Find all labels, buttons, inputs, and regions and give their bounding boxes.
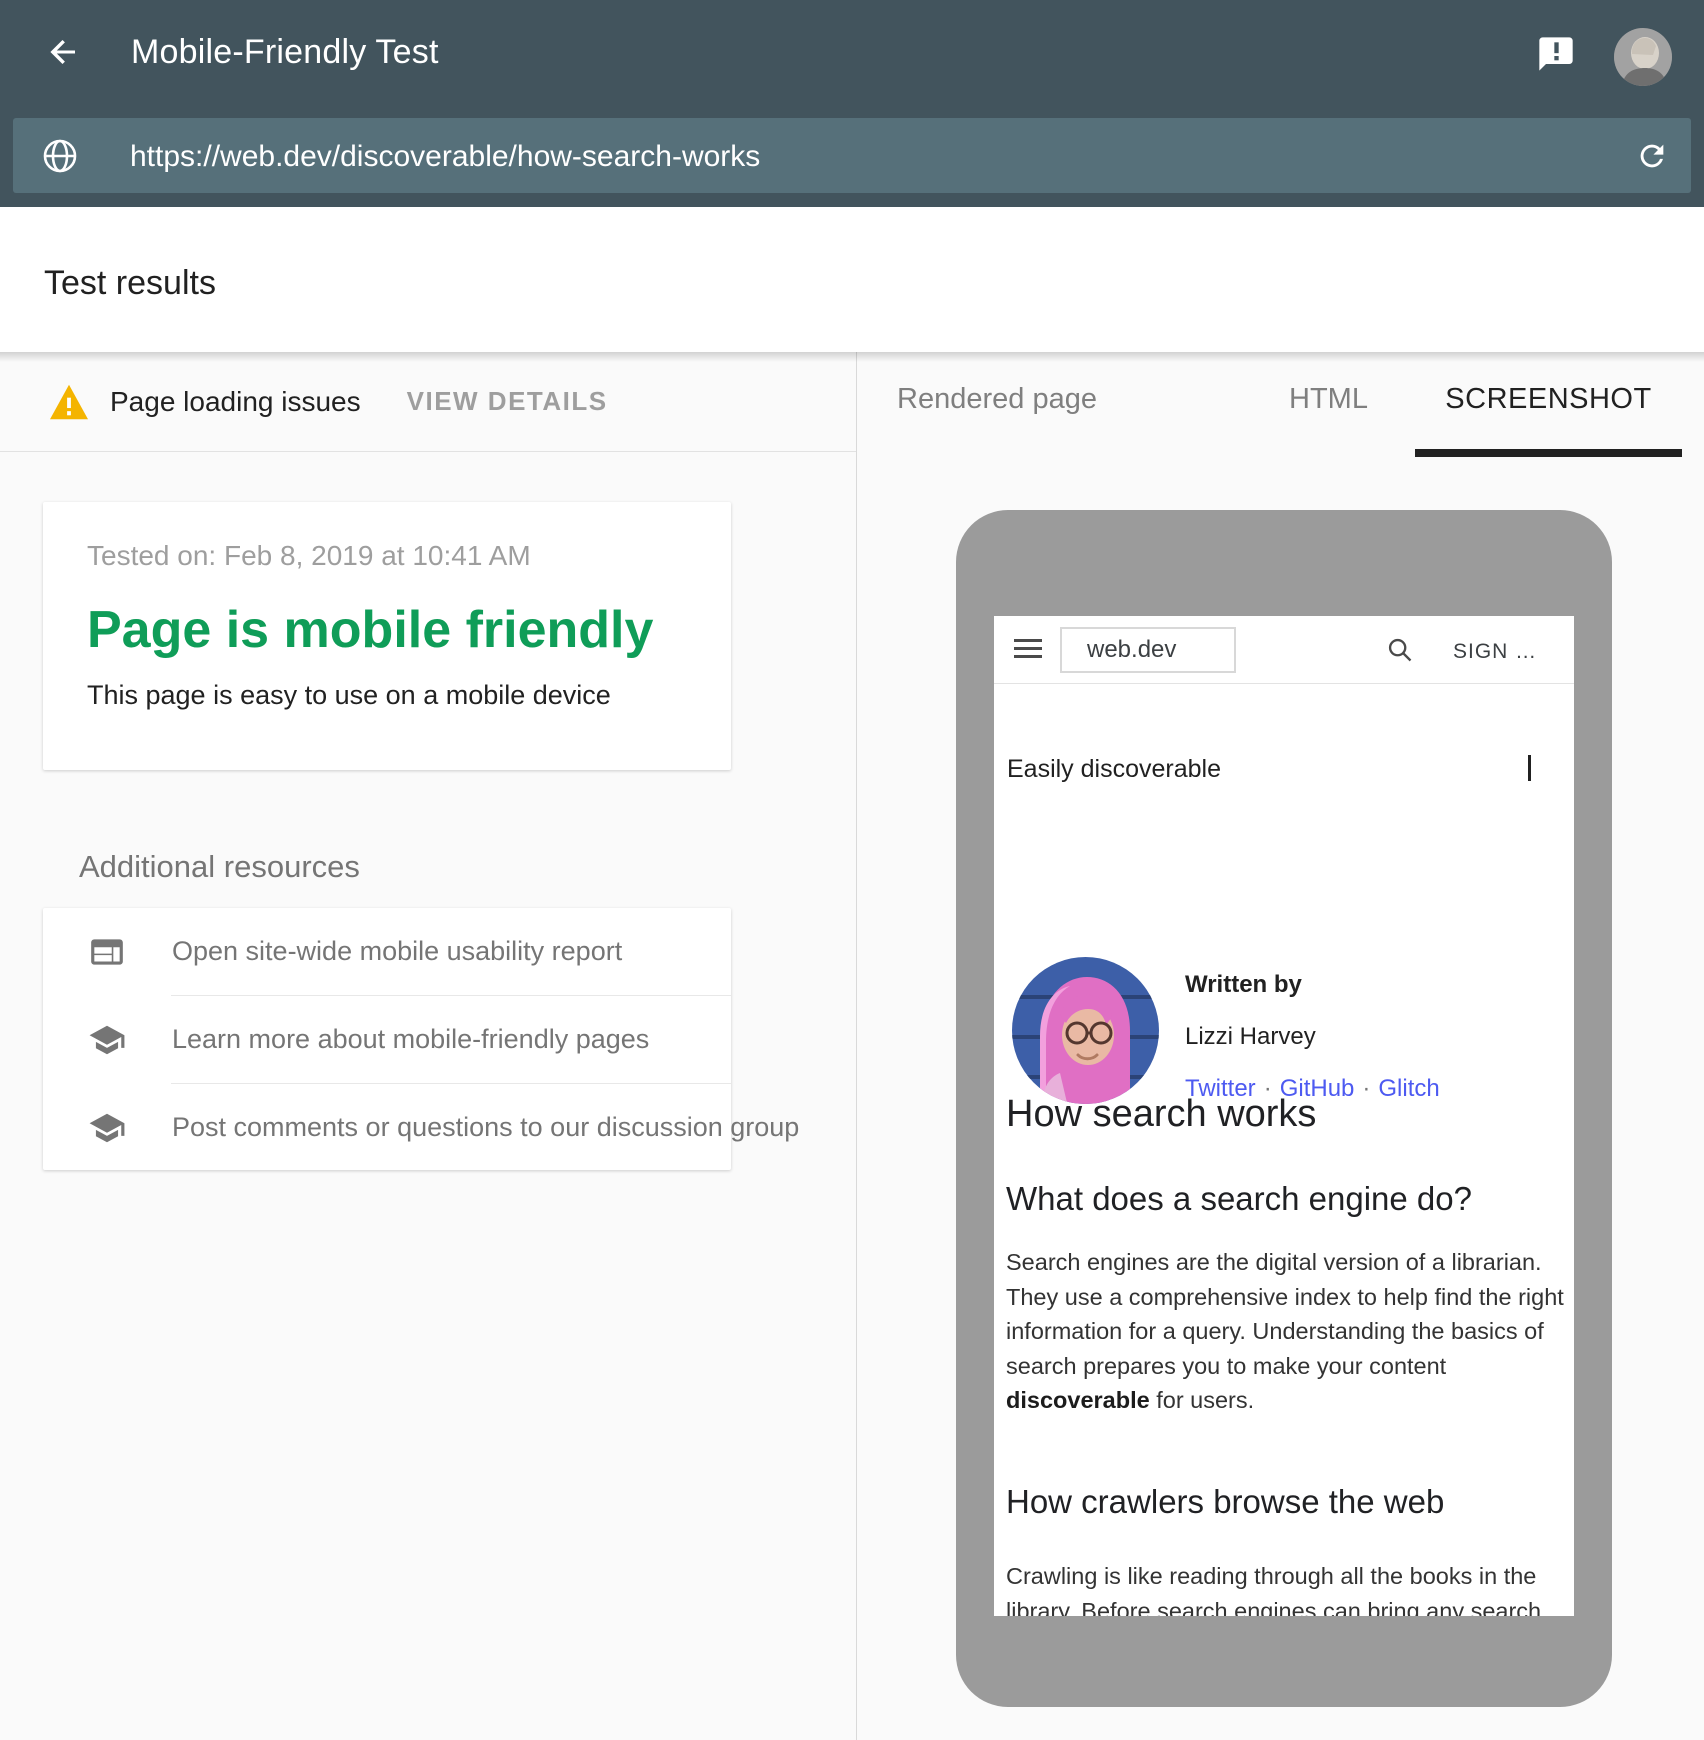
screenshot-page-title: Easily discoverable — [1007, 755, 1221, 784]
url-bar[interactable]: https://web.dev/discoverable/how-search-… — [13, 118, 1691, 193]
resource-discussion-group[interactable]: Post comments or questions to our discus… — [43, 1084, 731, 1171]
panel-divider — [856, 352, 857, 1740]
url-row: https://web.dev/discoverable/how-search-… — [0, 104, 1704, 207]
refresh-icon[interactable] — [1635, 139, 1669, 173]
tab-screenshot[interactable]: SCREENSHOT — [1415, 383, 1682, 416]
sign-in-text: SIGN … — [1453, 640, 1537, 664]
site-logo-box: web.dev — [1060, 627, 1236, 673]
written-by-label: Written by — [1185, 971, 1302, 999]
url-text: https://web.dev/discoverable/how-search-… — [130, 140, 760, 174]
tab-rendered-page[interactable]: Rendered page — [856, 383, 1138, 416]
site-logo-text: web.dev — [1062, 629, 1234, 671]
search-icon — [1386, 636, 1414, 664]
app-title: Mobile-Friendly Test — [131, 33, 439, 72]
back-arrow-icon[interactable] — [44, 33, 82, 71]
view-details-button[interactable]: VIEW DETAILS — [407, 386, 608, 417]
discussion-icon — [88, 1109, 126, 1147]
verdict-text: Page is mobile friendly — [87, 600, 691, 660]
article-paragraph-2: Crawling is like reading through all the… — [1006, 1559, 1541, 1616]
user-avatar[interactable] — [1614, 28, 1672, 86]
results-header — [0, 207, 1704, 352]
author-name: Lizzi Harvey — [1185, 1023, 1316, 1051]
resources-heading: Additional resources — [79, 849, 360, 885]
screenshot-browser-header: web.dev SIGN … — [994, 616, 1574, 684]
resource-learn-more[interactable]: Learn more about mobile-friendly pages — [43, 996, 731, 1083]
author-avatar — [1012, 957, 1159, 1104]
page-title: Test results — [44, 264, 216, 303]
phone-screenshot: web.dev SIGN … Easily discoverable — [994, 616, 1574, 1616]
resources-card: Open site-wide mobile usability report L… — [43, 908, 731, 1170]
globe-icon — [41, 137, 79, 175]
result-card: Tested on: Feb 8, 2019 at 10:41 AM Page … — [43, 502, 731, 770]
warning-label: Page loading issues — [110, 386, 361, 418]
resource-usability-report[interactable]: Open site-wide mobile usability report — [43, 908, 731, 995]
cursor-bar — [1528, 755, 1531, 781]
hamburger-menu-icon — [1014, 639, 1042, 661]
learn-icon — [88, 1021, 126, 1059]
tabs-row: Rendered page HTML SCREENSHOT — [856, 352, 1704, 457]
app-bar: Mobile-Friendly Test — [0, 0, 1704, 104]
phone-mockup: web.dev SIGN … Easily discoverable — [956, 510, 1612, 1707]
active-tab-indicator — [1415, 449, 1682, 457]
resource-label: Post comments or questions to our discus… — [172, 1112, 799, 1143]
tab-html[interactable]: HTML — [1256, 383, 1401, 416]
verdict-description: This page is easy to use on a mobile dev… — [87, 680, 691, 711]
article-heading-2: What does a search engine do? — [1006, 1180, 1472, 1218]
resource-label: Open site-wide mobile usability report — [172, 936, 622, 967]
glitch-link: Glitch — [1378, 1075, 1439, 1102]
article-paragraph-1: Search engines are the digital version o… — [1006, 1245, 1564, 1418]
feedback-icon[interactable] — [1536, 34, 1576, 74]
warning-row: Page loading issues VIEW DETAILS — [0, 352, 856, 452]
article-heading-3: How crawlers browse the web — [1006, 1483, 1444, 1521]
tested-on-timestamp: Tested on: Feb 8, 2019 at 10:41 AM — [87, 540, 691, 572]
article-title: How search works — [1006, 1093, 1316, 1136]
warning-icon — [48, 383, 90, 421]
usability-report-icon — [88, 933, 126, 971]
resource-label: Learn more about mobile-friendly pages — [172, 1024, 649, 1055]
